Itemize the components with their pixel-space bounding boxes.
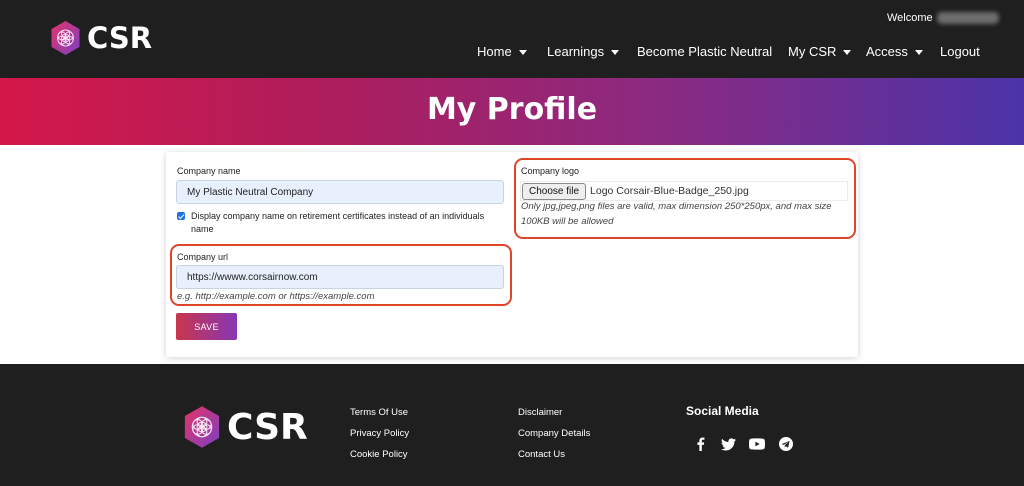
footer-link-company-details[interactable]: Company Details [518, 428, 590, 439]
footer-link-disclaimer[interactable]: Disclaimer [518, 407, 562, 418]
nav-my-csr[interactable]: My CSR [788, 44, 852, 59]
footer-link-terms[interactable]: Terms Of Use [350, 407, 408, 418]
caret-down-icon [518, 49, 527, 55]
welcome-message: Welcome [887, 12, 999, 24]
site-footer: CSR Terms Of Use Privacy Policy Cookie P… [0, 364, 1024, 486]
youtube-icon[interactable] [749, 436, 765, 452]
nav-access-label: Access [866, 44, 908, 59]
caret-down-icon [914, 49, 923, 55]
footer-brand-name: CSR [227, 406, 308, 448]
save-button[interactable]: SAVE [176, 313, 237, 340]
selected-file-name: Logo Corsair-Blue-Badge_250.jpg [590, 185, 749, 197]
caret-down-icon [843, 49, 852, 55]
flower-of-life-logo-icon [184, 406, 220, 448]
company-url-input[interactable]: https://wwww.corsairnow.com [176, 265, 504, 289]
nav-home[interactable]: Home [477, 44, 527, 59]
footer-logo[interactable]: CSR [183, 405, 308, 449]
nav-logout[interactable]: Logout [940, 44, 980, 59]
welcome-label: Welcome [887, 12, 933, 24]
telegram-icon[interactable] [778, 436, 794, 452]
nav-become-plastic-neutral[interactable]: Become Plastic Neutral [637, 44, 772, 59]
footer-link-contact[interactable]: Contact Us [518, 449, 565, 460]
display-name-checkbox[interactable] [177, 212, 185, 220]
nav-learnings[interactable]: Learnings [547, 44, 620, 59]
social-media-title: Social Media [686, 404, 759, 418]
twitter-icon[interactable] [720, 436, 736, 452]
nav-home-label: Home [477, 44, 512, 59]
footer-link-cookie[interactable]: Cookie Policy [350, 449, 408, 460]
company-logo-label: Company logo [521, 166, 580, 176]
profile-form-card: Company name My Plastic Neutral Company … [166, 152, 858, 357]
page-title: My Profile [426, 92, 598, 127]
page-banner: My Profile [0, 78, 1024, 145]
choose-file-button[interactable]: Choose file [522, 182, 587, 200]
display-name-checkbox-label: Display company name on retirement certi… [191, 211, 485, 234]
nav-become-plastic-neutral-label: Become Plastic Neutral [637, 44, 773, 59]
site-header: CSR Welcome Home Learnings Become Plasti… [0, 0, 1024, 78]
company-url-label: Company url [177, 252, 229, 262]
nav-my-csr-label: My CSR [788, 44, 837, 59]
company-name-label: Company name [177, 166, 241, 176]
facebook-icon[interactable] [692, 436, 708, 452]
company-logo-file-input[interactable]: Choose file Logo Corsair-Blue-Badge_250.… [520, 181, 848, 201]
nav-logout-label: Logout [940, 44, 980, 59]
main-nav: Home Learnings Become Plastic Neutral My… [0, 44, 1024, 60]
footer-link-privacy[interactable]: Privacy Policy [350, 428, 409, 439]
display-name-checkbox-row[interactable]: Display company name on retirement certi… [177, 210, 507, 236]
nav-learnings-label: Learnings [547, 44, 605, 59]
nav-access[interactable]: Access [866, 44, 923, 59]
redacted-username [936, 12, 999, 24]
company-logo-help: Only jpg,jpeg,png files are valid, max d… [521, 201, 832, 227]
company-name-input[interactable]: My Plastic Neutral Company [176, 180, 504, 204]
caret-down-icon [611, 49, 620, 55]
company-url-help: e.g. http://example.com or https://examp… [177, 291, 375, 302]
